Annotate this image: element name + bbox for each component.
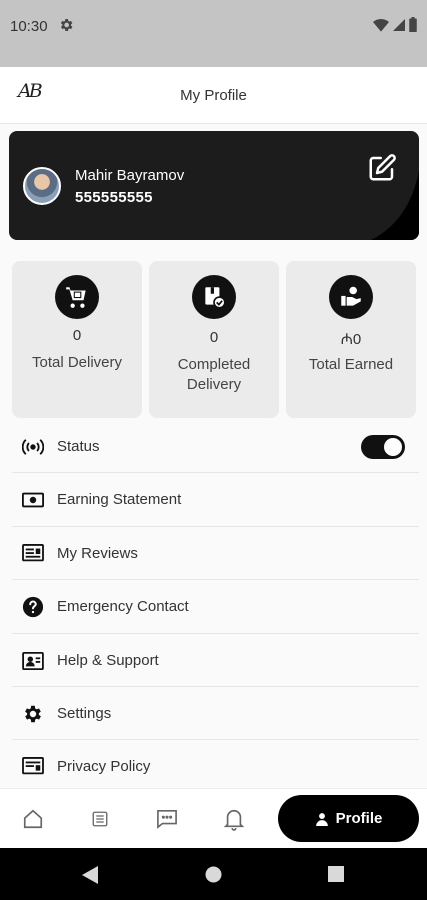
wifi-icon: [373, 18, 389, 37]
recents-icon[interactable]: [328, 866, 344, 887]
avatar[interactable]: [23, 167, 61, 205]
money-hand-icon: [329, 275, 373, 319]
app-bar: AB My Profile: [0, 67, 427, 124]
money-icon: [21, 488, 45, 512]
stat-value: ₼0: [340, 331, 362, 348]
menu-item-label: Status: [57, 438, 100, 455]
person-icon: [315, 812, 328, 826]
menu-item-label: Earning Statement: [57, 491, 182, 509]
home-icon[interactable]: [21, 807, 45, 831]
battery-icon: [409, 17, 417, 37]
home-button-icon[interactable]: [205, 866, 222, 888]
menu-item-label: Emergency Contact: [57, 598, 189, 616]
tab-profile-label: Profile: [335, 810, 383, 827]
status-bar: 10:30: [0, 0, 427, 67]
menu-item-help-support[interactable]: Help & Support: [12, 634, 419, 687]
menu-item-privacy-policy[interactable]: Privacy Policy: [12, 740, 419, 793]
stat-value: 0: [72, 327, 82, 344]
menu-item-emergency-contact[interactable]: Emergency Contact: [12, 580, 419, 634]
stat-label: Total Earned: [308, 356, 394, 373]
back-icon[interactable]: [82, 866, 98, 889]
stat-total-delivery[interactable]: 0 Total Delivery: [12, 261, 142, 418]
status-toggle[interactable]: [361, 435, 405, 459]
contact-card-icon: [21, 649, 45, 673]
profile-card: Mahir Bayramov 555555555: [9, 131, 419, 240]
policy-icon: [21, 755, 45, 779]
menu-item-earning-statement[interactable]: Earning Statement: [12, 473, 419, 527]
help-circle-icon: [21, 595, 45, 619]
stat-label: Total Delivery: [31, 354, 123, 371]
profile-name: Mahir Bayramov: [75, 167, 185, 184]
profile-phone: 555555555: [75, 189, 153, 206]
stats-row: 0 Total Delivery 0 Completed Delivery ₼0…: [12, 261, 416, 418]
menu-item-my-reviews[interactable]: My Reviews: [12, 527, 419, 581]
tab-profile[interactable]: Profile: [278, 795, 419, 842]
menu-item-label: Help & Support: [57, 651, 159, 669]
chat-icon[interactable]: [155, 807, 179, 831]
settings-icon: [21, 702, 45, 726]
broadcast-icon: [21, 435, 45, 459]
stat-label: Completed Delivery: [177, 356, 251, 393]
list-icon[interactable]: [88, 807, 112, 831]
menu-item-label: Settings: [57, 704, 112, 722]
stat-value: 0: [209, 329, 219, 346]
card-decoration: [371, 171, 419, 240]
menu-item-label: Privacy Policy: [57, 758, 151, 776]
bottom-nav: Profile: [0, 788, 427, 848]
edit-icon[interactable]: [367, 153, 397, 183]
status-time: 10:30: [10, 18, 48, 35]
stat-total-earned[interactable]: ₼0 Total Earned: [286, 261, 416, 418]
menu-item-settings[interactable]: Settings: [12, 687, 419, 741]
gear-icon: [58, 17, 74, 38]
toggle-knob: [384, 438, 402, 456]
menu-item-status[interactable]: Status: [12, 420, 419, 474]
cart-icon: [55, 275, 99, 319]
bell-icon[interactable]: [222, 807, 246, 831]
package-check-icon: [192, 275, 236, 319]
menu-list: Status Earning Statement My Reviews Emer…: [12, 420, 419, 794]
reviews-icon: [21, 542, 45, 566]
menu-item-label: My Reviews: [57, 544, 138, 562]
stat-completed-delivery[interactable]: 0 Completed Delivery: [149, 261, 279, 418]
page-title: My Profile: [180, 87, 247, 104]
system-nav-bar: [0, 848, 427, 900]
signal-icon: [393, 18, 405, 37]
